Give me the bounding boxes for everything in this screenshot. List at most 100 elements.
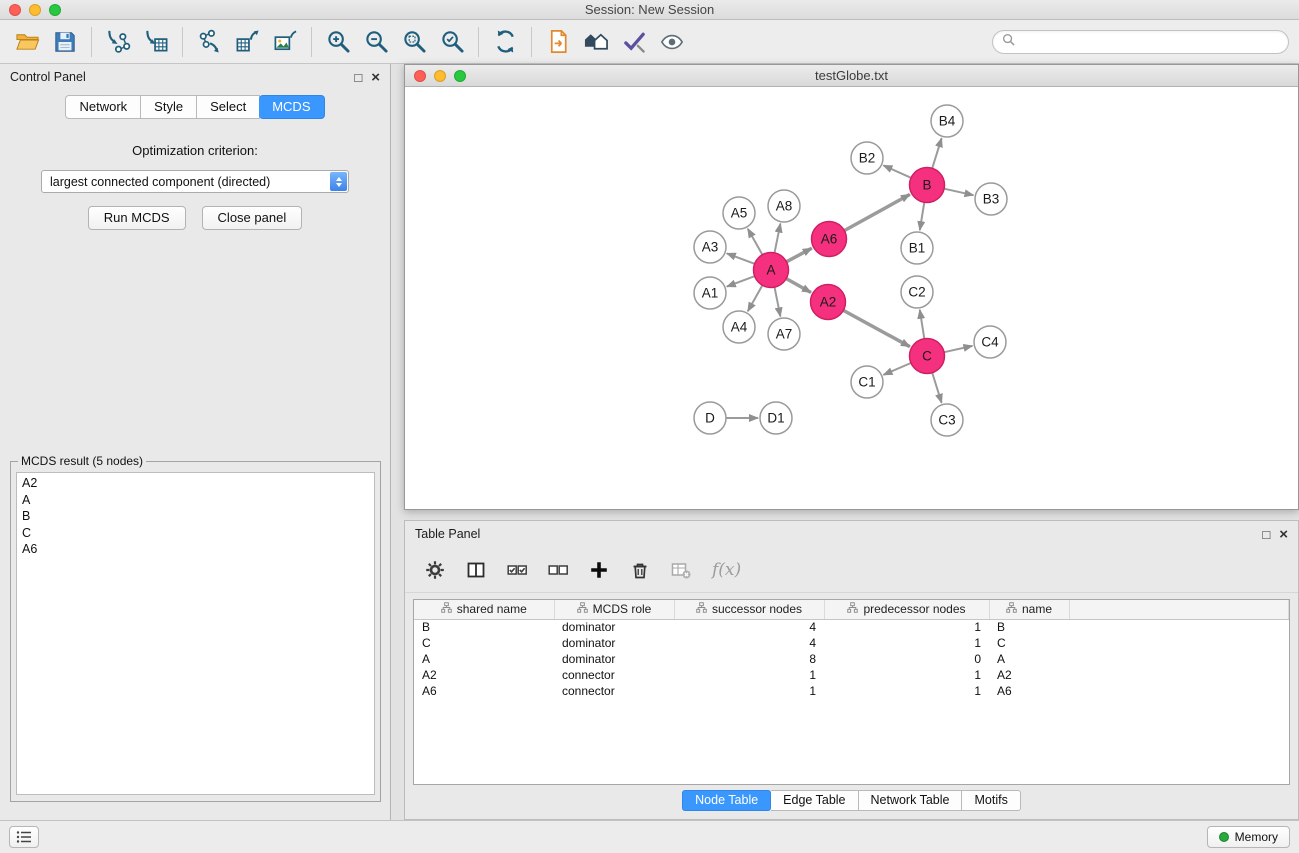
cell-shared-name[interactable]: A	[414, 651, 554, 667]
select-all-icon[interactable]	[503, 556, 531, 584]
cell-mcds-role[interactable]: connector	[554, 667, 674, 683]
node-A2[interactable]: A2	[811, 285, 846, 320]
column-header-predecessor-nodes[interactable]: predecessor nodes	[824, 600, 989, 619]
delete-table-icon[interactable]	[667, 556, 695, 584]
export-image-icon[interactable]	[266, 23, 304, 61]
tab-motifs[interactable]: Motifs	[962, 790, 1020, 811]
table-row[interactable]: Cdominator41C	[414, 635, 1289, 651]
zoom-out-icon[interactable]	[357, 23, 395, 61]
column-header-shared-name[interactable]: shared name	[414, 600, 554, 619]
run-mcds-button[interactable]: Run MCDS	[88, 206, 186, 230]
close-window-button[interactable]	[9, 4, 21, 16]
node-A3[interactable]: A3	[694, 231, 726, 263]
float-panel-icon[interactable]: □	[354, 71, 362, 84]
zoom-in-icon[interactable]	[319, 23, 357, 61]
edge-A6-B[interactable]	[844, 194, 910, 230]
cell-name[interactable]: A6	[989, 683, 1069, 699]
network-window-titlebar[interactable]: testGlobe.txt	[405, 65, 1298, 87]
edge-B-B1[interactable]	[920, 202, 925, 230]
delete-icon[interactable]	[626, 556, 654, 584]
node-A5[interactable]: A5	[723, 197, 755, 229]
cell-name[interactable]: A2	[989, 667, 1069, 683]
node-B1[interactable]: B1	[901, 232, 933, 264]
network-close-button[interactable]	[414, 70, 426, 82]
node-C3[interactable]: C3	[931, 404, 963, 436]
table-float-panel-icon[interactable]: □	[1262, 528, 1270, 541]
node-A4[interactable]: A4	[723, 311, 755, 343]
node-A6[interactable]: A6	[812, 222, 847, 257]
cell-predecessor-nodes[interactable]: 1	[824, 683, 989, 699]
zoom-selected-icon[interactable]	[433, 23, 471, 61]
cell-successor-nodes[interactable]: 8	[674, 651, 824, 667]
cell-name[interactable]: B	[989, 619, 1069, 635]
cell-shared-name[interactable]: A2	[414, 667, 554, 683]
deselect-all-icon[interactable]	[544, 556, 572, 584]
settings-icon[interactable]	[421, 556, 449, 584]
edge-B-B2[interactable]	[883, 165, 911, 177]
cell-predecessor-nodes[interactable]: 1	[824, 667, 989, 683]
edge-B-B3[interactable]	[944, 189, 973, 196]
table-row[interactable]: Adominator80A	[414, 651, 1289, 667]
node-B3[interactable]: B3	[975, 183, 1007, 215]
search-field[interactable]	[992, 30, 1289, 54]
cell-mcds-role[interactable]: dominator	[554, 651, 674, 667]
mcds-result-item[interactable]: A	[17, 492, 374, 509]
mcds-result-item[interactable]: A2	[17, 475, 374, 492]
memory-button[interactable]: Memory	[1207, 826, 1290, 848]
close-panel-button[interactable]: Close panel	[202, 206, 303, 230]
edge-A2-C[interactable]	[843, 310, 910, 346]
column-header-mcds-role[interactable]: MCDS role	[554, 600, 674, 619]
node-A8[interactable]: A8	[768, 190, 800, 222]
node-B4[interactable]: B4	[931, 105, 963, 137]
zoom-fit-icon[interactable]	[395, 23, 433, 61]
first-neighbors-icon[interactable]	[539, 23, 577, 61]
edge-A-A1[interactable]	[727, 276, 755, 286]
edge-B-B4[interactable]	[932, 138, 941, 168]
cell-predecessor-nodes[interactable]: 0	[824, 651, 989, 667]
node-C1[interactable]: C1	[851, 366, 883, 398]
table-row[interactable]: A2connector11A2	[414, 667, 1289, 683]
cell-shared-name[interactable]: C	[414, 635, 554, 651]
export-network-icon[interactable]	[190, 23, 228, 61]
network-zoom-button[interactable]	[454, 70, 466, 82]
table-row[interactable]: A6connector11A6	[414, 683, 1289, 699]
eye-icon[interactable]	[653, 23, 691, 61]
search-input[interactable]	[1021, 35, 1279, 49]
cell-mcds-role[interactable]: connector	[554, 683, 674, 699]
close-panel-icon[interactable]: ×	[371, 71, 380, 84]
minimize-window-button[interactable]	[29, 4, 41, 16]
edge-C-C4[interactable]	[944, 346, 972, 352]
table-row[interactable]: Bdominator41B	[414, 619, 1289, 635]
node-A1[interactable]: A1	[694, 277, 726, 309]
columns-icon[interactable]	[462, 556, 490, 584]
cell-successor-nodes[interactable]: 4	[674, 635, 824, 651]
tab-mcds[interactable]: MCDS	[259, 95, 324, 119]
import-network-icon[interactable]	[99, 23, 137, 61]
mcds-result-list[interactable]: A2ABCA6	[16, 472, 375, 795]
mcds-result-item[interactable]: C	[17, 525, 374, 542]
mcds-result-item[interactable]: A6	[17, 541, 374, 558]
cell-predecessor-nodes[interactable]: 1	[824, 619, 989, 635]
tab-node-table[interactable]: Node Table	[682, 790, 771, 811]
optimization-criterion-dropdown[interactable]: largest connected component (directed)	[41, 170, 349, 193]
edge-C-C1[interactable]	[884, 363, 911, 375]
cell-successor-nodes[interactable]: 1	[674, 667, 824, 683]
refresh-icon[interactable]	[486, 23, 524, 61]
tab-edge-table[interactable]: Edge Table	[771, 790, 858, 811]
table-close-panel-icon[interactable]: ×	[1279, 528, 1288, 541]
edge-A-A7[interactable]	[775, 287, 781, 316]
edge-C-C3[interactable]	[932, 373, 941, 403]
export-table-icon[interactable]	[228, 23, 266, 61]
home-icon[interactable]	[577, 23, 615, 61]
tab-network-table[interactable]: Network Table	[859, 790, 963, 811]
node-D[interactable]: D	[694, 402, 726, 434]
node-C[interactable]: C	[910, 339, 945, 374]
cell-name[interactable]: A	[989, 651, 1069, 667]
cell-name[interactable]: C	[989, 635, 1069, 651]
task-history-button[interactable]	[9, 826, 39, 848]
import-table-icon[interactable]	[137, 23, 175, 61]
edge-A-A5[interactable]	[748, 229, 763, 255]
cell-mcds-role[interactable]: dominator	[554, 619, 674, 635]
add-icon[interactable]	[585, 556, 613, 584]
node-D1[interactable]: D1	[760, 402, 792, 434]
